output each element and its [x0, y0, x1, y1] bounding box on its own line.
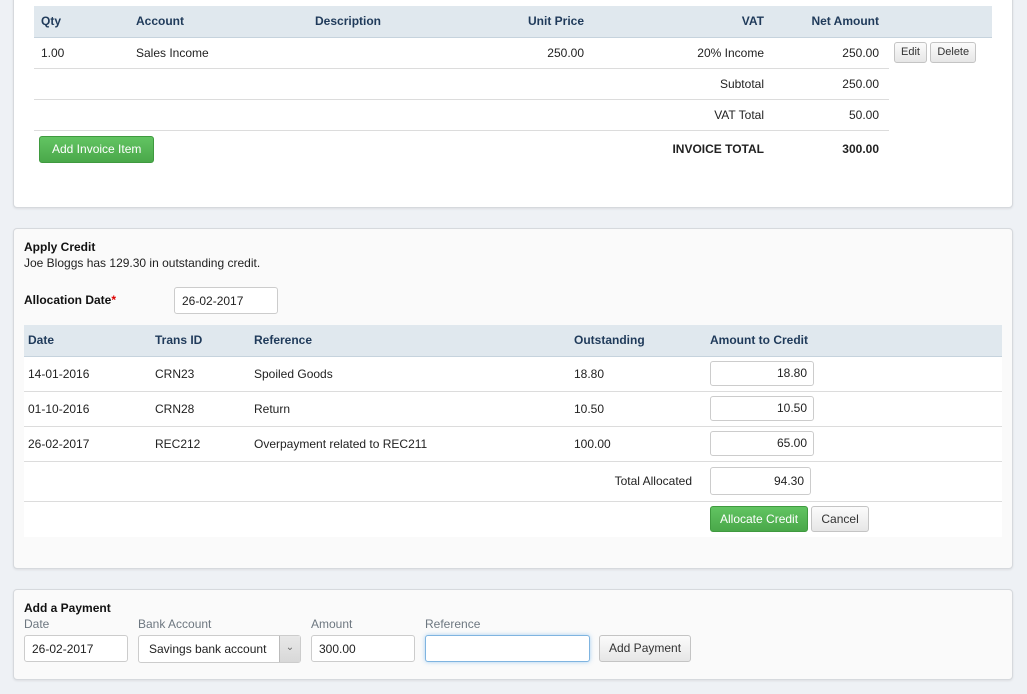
- credit-outstanding: 18.80: [570, 356, 706, 392]
- payment-date-label: Date: [24, 617, 50, 631]
- credit-date: 01-10-2016: [24, 391, 151, 427]
- allocation-date-input[interactable]: [174, 287, 278, 314]
- item-description: [308, 37, 481, 69]
- edit-item-button[interactable]: Edit: [894, 42, 927, 64]
- bank-account-label: Bank Account: [138, 617, 212, 631]
- col-actions: [889, 6, 992, 38]
- total-allocated-label: Total Allocated: [24, 461, 706, 502]
- credit-date: 26-02-2017: [24, 426, 151, 462]
- invoice-total-label: INVOICE TOTAL: [672, 142, 764, 157]
- amount-to-credit-input[interactable]: [710, 431, 814, 456]
- col-account: Account: [129, 6, 308, 38]
- col-qty: Qty: [34, 6, 129, 38]
- credit-trans-id: REC212: [151, 426, 250, 462]
- subtotal-value: 250.00: [774, 68, 889, 100]
- credit-row: 01-10-2016 CRN28 Return 10.50: [24, 391, 1002, 427]
- item-vat: 20% Income: [594, 37, 774, 69]
- credit-row: 26-02-2017 REC212 Overpayment related to…: [24, 426, 1002, 462]
- subtotal-label: Subtotal: [594, 68, 774, 100]
- credit-outstanding: 100.00: [570, 426, 706, 462]
- amount-to-credit-input[interactable]: [710, 361, 814, 386]
- credit-outstanding: 10.50: [570, 391, 706, 427]
- apply-credit-title: Apply Credit: [24, 240, 96, 254]
- item-qty: 1.00: [34, 37, 129, 69]
- col-net-amount: Net Amount: [774, 6, 889, 38]
- vat-total-value: 50.00: [774, 99, 889, 131]
- col-trans-id: Trans ID: [151, 325, 250, 357]
- apply-credit-panel: Apply Credit Joe Bloggs has 129.30 in ou…: [13, 228, 1013, 569]
- item-net-amount: 250.00: [774, 37, 889, 69]
- credit-date: 14-01-2016: [24, 356, 151, 392]
- amount-to-credit-input[interactable]: [710, 396, 814, 421]
- outstanding-credit-message: Joe Bloggs has 129.30 in outstanding cre…: [24, 256, 261, 270]
- credit-reference: Spoiled Goods: [250, 356, 570, 392]
- col-vat: VAT: [594, 6, 774, 38]
- cancel-button[interactable]: Cancel: [811, 506, 869, 533]
- total-allocated-value: [710, 467, 811, 495]
- invoice-total-value: 300.00: [842, 142, 879, 157]
- credit-trans-id: CRN23: [151, 356, 250, 392]
- invoice-item-row: 1.00 Sales Income 250.00 20% Income 250.…: [34, 37, 992, 69]
- invoice-total-row: Add Invoice Item INVOICE TOTAL 300.00: [34, 130, 992, 168]
- total-allocated-row: Total Allocated: [24, 461, 1002, 502]
- add-payment-button[interactable]: Add Payment: [599, 635, 692, 662]
- item-account: Sales Income: [129, 37, 308, 69]
- allocate-credit-button[interactable]: Allocate Credit: [710, 506, 809, 533]
- allocation-date-label: Allocation Date*: [24, 293, 117, 307]
- delete-item-button[interactable]: Delete: [930, 42, 977, 64]
- item-unit-price: 250.00: [481, 37, 594, 69]
- credit-trans-id: CRN28: [151, 391, 250, 427]
- bank-account-value: Savings bank account: [149, 642, 267, 656]
- col-date: Date: [24, 325, 151, 357]
- payment-reference-input[interactable]: [425, 635, 590, 662]
- credit-row: 14-01-2016 CRN23 Spoiled Goods 18.80: [24, 356, 1002, 392]
- credit-actions-row: Allocate Credit Cancel: [24, 501, 1002, 537]
- payment-amount-input[interactable]: [311, 635, 415, 662]
- reference-label: Reference: [425, 617, 481, 631]
- invoice-items-panel: Qty Account Description Unit Price VAT N…: [13, 0, 1013, 208]
- amount-label: Amount: [311, 617, 353, 631]
- chevron-down-icon[interactable]: ⌄: [279, 636, 300, 662]
- add-payment-title: Add a Payment: [24, 601, 111, 615]
- payment-date-input[interactable]: [24, 635, 128, 662]
- item-actions: Edit Delete: [889, 37, 992, 68]
- bank-account-select[interactable]: Savings bank account ⌄: [138, 635, 301, 663]
- subtotal-row: Subtotal 250.00: [34, 68, 992, 100]
- vat-total-row: VAT Total 50.00: [34, 99, 992, 131]
- invoice-items-table: Qty Account Description Unit Price VAT N…: [34, 6, 992, 168]
- credit-allocation-table: Date Trans ID Reference Outstanding Amou…: [24, 325, 1002, 537]
- col-amount-to-credit: Amount to Credit: [706, 325, 1002, 357]
- col-reference: Reference: [250, 325, 570, 357]
- col-description: Description: [308, 6, 481, 38]
- col-outstanding: Outstanding: [570, 325, 706, 357]
- credit-reference: Overpayment related to REC211: [250, 426, 570, 462]
- credit-reference: Return: [250, 391, 570, 427]
- col-unit-price: Unit Price: [481, 6, 594, 38]
- add-payment-panel: Add a Payment Date Bank Account Savings …: [13, 589, 1013, 680]
- required-marker: *: [111, 293, 117, 307]
- add-invoice-item-button[interactable]: Add Invoice Item: [39, 135, 155, 163]
- vat-total-label: VAT Total: [594, 99, 774, 131]
